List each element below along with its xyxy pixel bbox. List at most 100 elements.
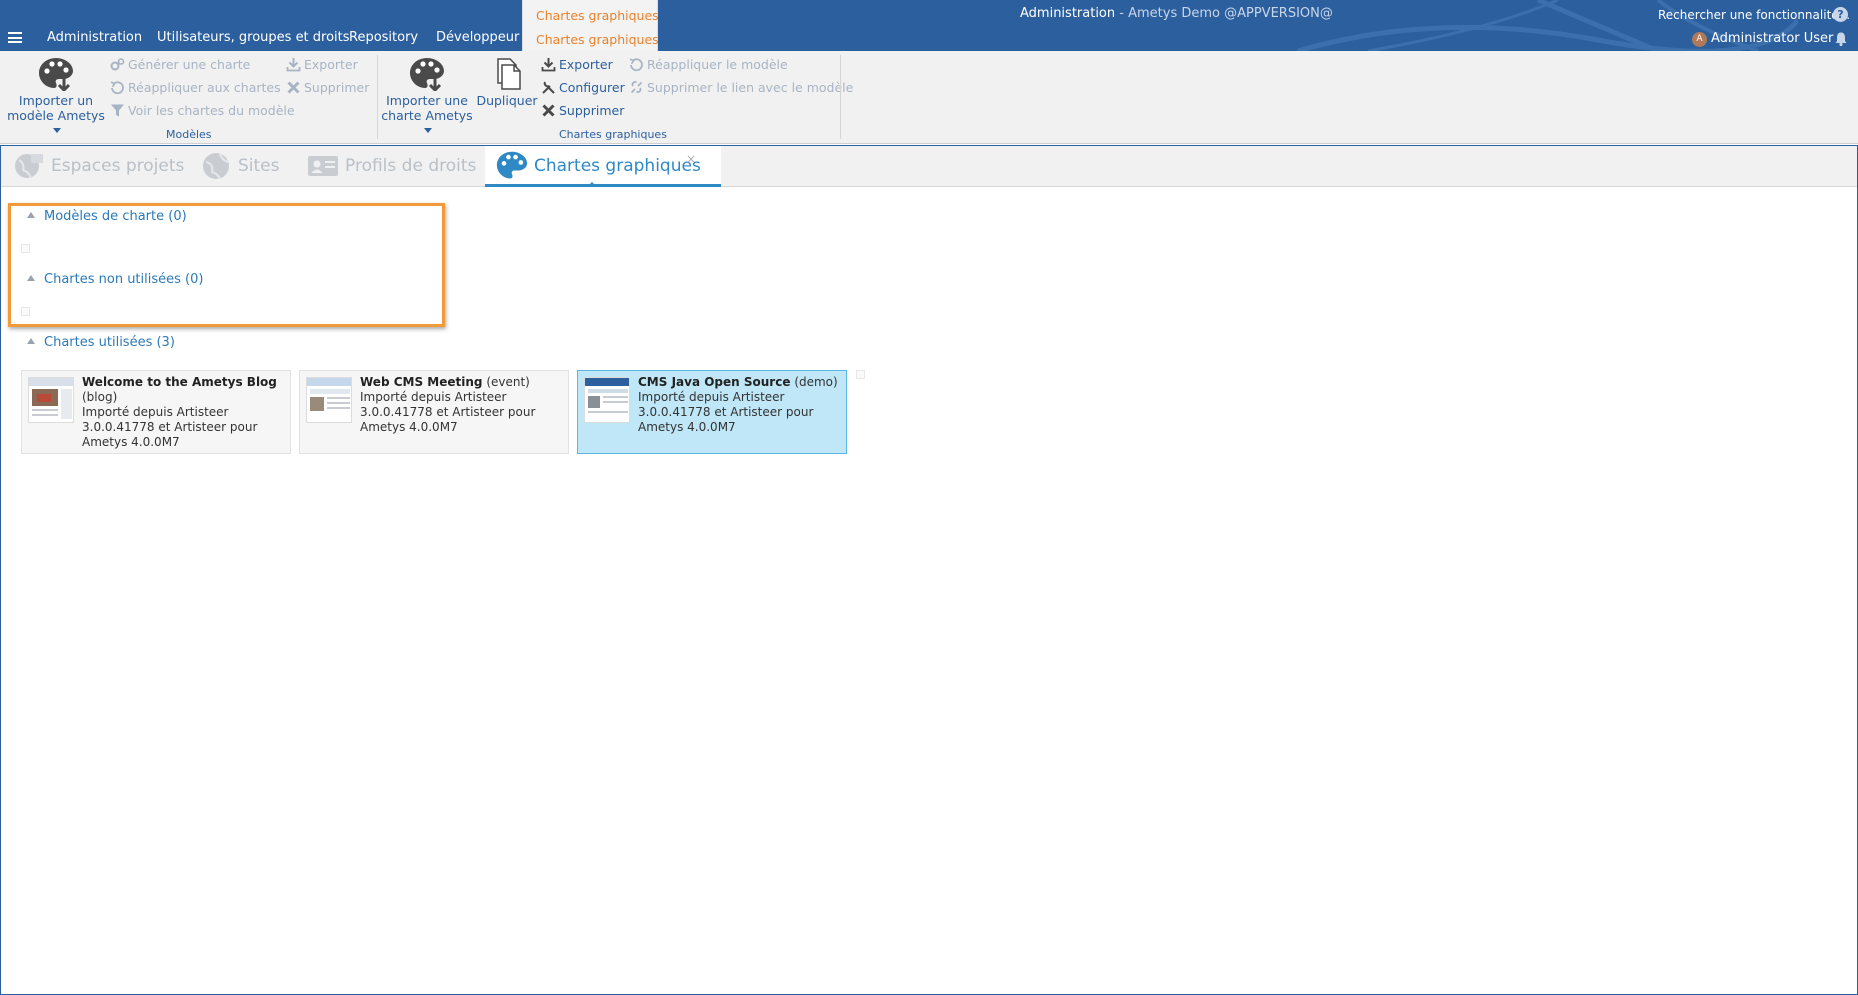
chart-description: Importé depuis Artisteer 3.0.0.41778 et … xyxy=(638,390,814,434)
chart-tag: (blog) xyxy=(82,390,118,404)
globe-icon xyxy=(203,153,229,180)
hamburger-menu-icon[interactable] xyxy=(8,32,22,43)
chart-tag: (event) xyxy=(486,375,530,389)
chevron-down-icon xyxy=(53,128,61,133)
import-model-button[interactable]: Importer un modèle Ametys xyxy=(6,57,106,138)
remove-model-link-button[interactable]: Supprimer le lien avec le modèle xyxy=(629,79,853,97)
configure-chart-button[interactable]: Configurer xyxy=(541,79,625,97)
view-model-charts-button[interactable]: Voir les chartes du modèle xyxy=(110,102,295,120)
ribbon-group-charts-title: Chartes graphiques xyxy=(559,128,667,141)
context-group-label: Chartes graphiques xyxy=(536,8,659,23)
tab-administration[interactable]: Administration xyxy=(47,30,142,45)
id-card-icon xyxy=(308,156,338,176)
ribbon-group-separator xyxy=(840,55,841,139)
reapply-to-charts-button[interactable]: Réappliquer aux chartes xyxy=(110,79,281,97)
tab-developer[interactable]: Développeur xyxy=(436,30,519,45)
chevron-up-icon xyxy=(27,212,35,218)
chart-card[interactable]: Welcome to the Ametys Blog (blog) Importé … xyxy=(21,370,291,454)
bell-icon[interactable] xyxy=(1833,31,1849,47)
active-tab-pointer xyxy=(587,182,597,187)
palette-import-icon xyxy=(410,58,444,91)
app-title-main: Administration xyxy=(1020,6,1116,21)
reapply-to-charts-label: Réappliquer aux chartes xyxy=(128,80,281,95)
section-used-label: Chartes utilisées (3) xyxy=(44,335,175,350)
section-used-header[interactable]: Chartes utilisées (3) xyxy=(27,335,175,350)
generate-chart-label: Générer une charte xyxy=(128,57,251,72)
download-icon xyxy=(541,58,556,72)
refresh-palette-icon xyxy=(110,81,124,95)
view-model-charts-label: Voir les chartes du modèle xyxy=(128,103,295,118)
app-title-rest: - Ametys Demo @APPVERSION@ xyxy=(1115,6,1333,21)
chart-thumbnail xyxy=(28,377,74,423)
export-model-label: Exporter xyxy=(304,57,358,72)
duplicate-label: Dupliquer xyxy=(476,93,538,108)
tab-chartes-graphiques[interactable]: Chartes graphiques xyxy=(536,32,659,47)
chart-description: Importé depuis Artisteer 3.0.0.41778 et … xyxy=(360,390,536,434)
remove-model-link-label: Supprimer le lien avec le modèle xyxy=(647,80,854,95)
chart-card-selected[interactable]: CMS Java Open Source (demo) Importé depui… xyxy=(577,370,847,454)
delete-model-button[interactable]: Supprimer xyxy=(286,79,369,97)
chart-name: Welcome to the Ametys Blog xyxy=(82,375,277,389)
feature-search[interactable]: Rechercher une fonctionnalité... xyxy=(1658,8,1850,22)
gears-icon xyxy=(110,58,125,71)
tab-sites[interactable]: Sites xyxy=(200,146,280,187)
chart-thumbnail xyxy=(306,377,352,423)
tab-profils-de-droits[interactable]: Profils de droits xyxy=(307,146,476,187)
tab-repository[interactable]: Repository xyxy=(349,30,418,45)
close-icon xyxy=(542,104,555,117)
empty-checkbox[interactable] xyxy=(21,244,30,253)
tab-profils-de-droits-label: Profils de droits xyxy=(345,156,477,176)
reapply-model-label: Réappliquer le modèle xyxy=(647,57,788,72)
import-chart-label-1: Importer une xyxy=(386,93,468,108)
duplicate-icon xyxy=(497,58,521,90)
refresh-palette-icon xyxy=(629,58,643,72)
chart-card[interactable]: Web CMS Meeting (event) Importé depuis Ar… xyxy=(299,370,569,454)
tool-tab-bar: Espaces projets Sites Profils de droits … xyxy=(1,146,1857,187)
empty-checkbox[interactable] xyxy=(856,370,865,379)
tab-close-icon[interactable]: × xyxy=(686,152,696,166)
import-chart-button[interactable]: Importer une charte Ametys xyxy=(381,57,473,138)
chart-name: Web CMS Meeting xyxy=(360,375,483,389)
tab-chartes-graphiques-label: Chartes graphiques xyxy=(534,156,701,176)
palette-import-icon xyxy=(39,58,73,91)
avatar: A xyxy=(1692,32,1707,47)
duplicate-button[interactable]: Dupliquer xyxy=(476,57,538,108)
chevron-down-icon xyxy=(424,128,432,133)
user-menu[interactable]: A Administrator User xyxy=(1692,31,1833,47)
tab-espaces-projets[interactable]: Espaces projets xyxy=(13,146,184,187)
close-icon xyxy=(287,81,300,94)
download-icon xyxy=(286,58,301,72)
section-models-header[interactable]: Modèles de charte (0) xyxy=(27,209,187,224)
export-model-button[interactable]: Exporter xyxy=(286,56,358,74)
tools-icon xyxy=(542,81,555,94)
ribbon-group-models-title: Modèles xyxy=(166,128,212,141)
delete-model-label: Supprimer xyxy=(304,80,370,95)
context-tab-group: Chartes graphiques Chartes graphiques xyxy=(522,0,659,51)
section-models-label: Modèles de charte (0) xyxy=(44,209,187,224)
import-model-label-2: modèle Ametys xyxy=(7,108,105,123)
globe-icon xyxy=(15,154,43,179)
ribbon-toolbar: Importer un modèle Ametys Générer une ch… xyxy=(0,51,1858,144)
chart-name: CMS Java Open Source xyxy=(638,375,791,389)
export-chart-label: Exporter xyxy=(559,57,613,72)
ribbon-group-separator xyxy=(377,55,378,139)
reapply-model-button[interactable]: Réappliquer le modèle xyxy=(629,56,788,74)
import-model-label-1: Importer un xyxy=(18,93,94,108)
tab-users-groups-rights[interactable]: Utilisateurs, groupes et droits xyxy=(157,30,350,45)
import-chart-label-2: charte Ametys xyxy=(381,108,473,123)
help-icon[interactable]: ? xyxy=(1833,7,1848,22)
section-unused-label: Chartes non utilisées (0) xyxy=(44,272,204,287)
generate-chart-button[interactable]: Générer une charte xyxy=(110,56,250,74)
section-unused-header[interactable]: Chartes non utilisées (0) xyxy=(27,272,203,287)
chart-description: Importé depuis Artisteer 3.0.0.41778 et … xyxy=(82,405,258,449)
top-bar: Administration Utilisateurs, groupes et … xyxy=(0,0,1858,51)
user-name: Administrator User xyxy=(1711,31,1834,46)
app-title: Administration - Ametys Demo @APPVERSION… xyxy=(1020,6,1333,21)
chevron-up-icon xyxy=(27,275,35,281)
export-chart-button[interactable]: Exporter xyxy=(541,56,613,74)
tab-espaces-projets-label: Espaces projets xyxy=(51,156,185,176)
filter-icon xyxy=(111,104,124,117)
empty-checkbox[interactable] xyxy=(21,307,30,316)
palette-icon xyxy=(496,151,528,179)
delete-chart-button[interactable]: Supprimer xyxy=(541,102,624,120)
